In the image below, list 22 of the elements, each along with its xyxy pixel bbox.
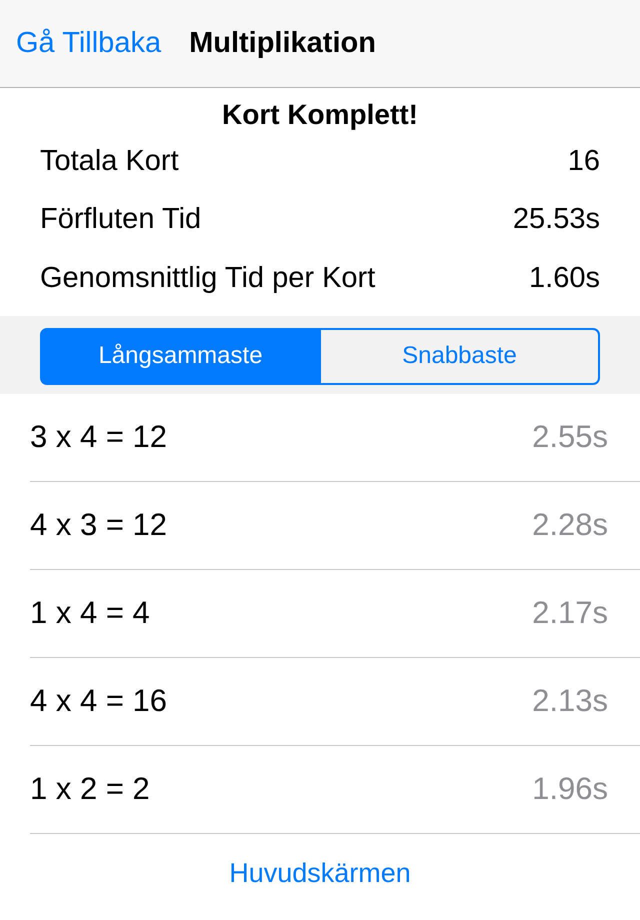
equation-text: 4 x 3 = 12 [30, 506, 168, 544]
home-screen-link[interactable]: Huvudskärmen [229, 853, 411, 894]
equation-text: 1 x 4 = 4 [30, 594, 150, 632]
stat-label: Totala Kort [40, 144, 179, 178]
time-text: 2.55s [532, 418, 608, 456]
stat-value: 16 [568, 144, 600, 178]
segment-tab[interactable]: Långsammaste [40, 328, 321, 384]
stat-label: Förfluten Tid [40, 202, 202, 237]
stat-value: 1.60s [529, 260, 600, 296]
stat-value: 25.53s [512, 202, 600, 237]
equation-text: 3 x 4 = 12 [30, 418, 168, 456]
equation-text: 1 x 2 = 2 [30, 770, 150, 808]
summary-title: Kort Komplett! [221, 98, 419, 132]
time-text: 2.13s [532, 682, 608, 720]
screen-title: Multiplikation [189, 26, 376, 61]
time-text: 2.17s [532, 594, 608, 632]
back-link[interactable]: Gå Tillbaka [16, 22, 162, 66]
equation-text: 4 x 4 = 16 [30, 682, 168, 720]
time-text: 1.96s [532, 770, 608, 808]
segment-tab[interactable]: Snabbaste [321, 328, 600, 384]
stat-label: Genomsnittlig Tid per Kort [40, 260, 376, 296]
time-text: 2.28s [532, 506, 608, 544]
